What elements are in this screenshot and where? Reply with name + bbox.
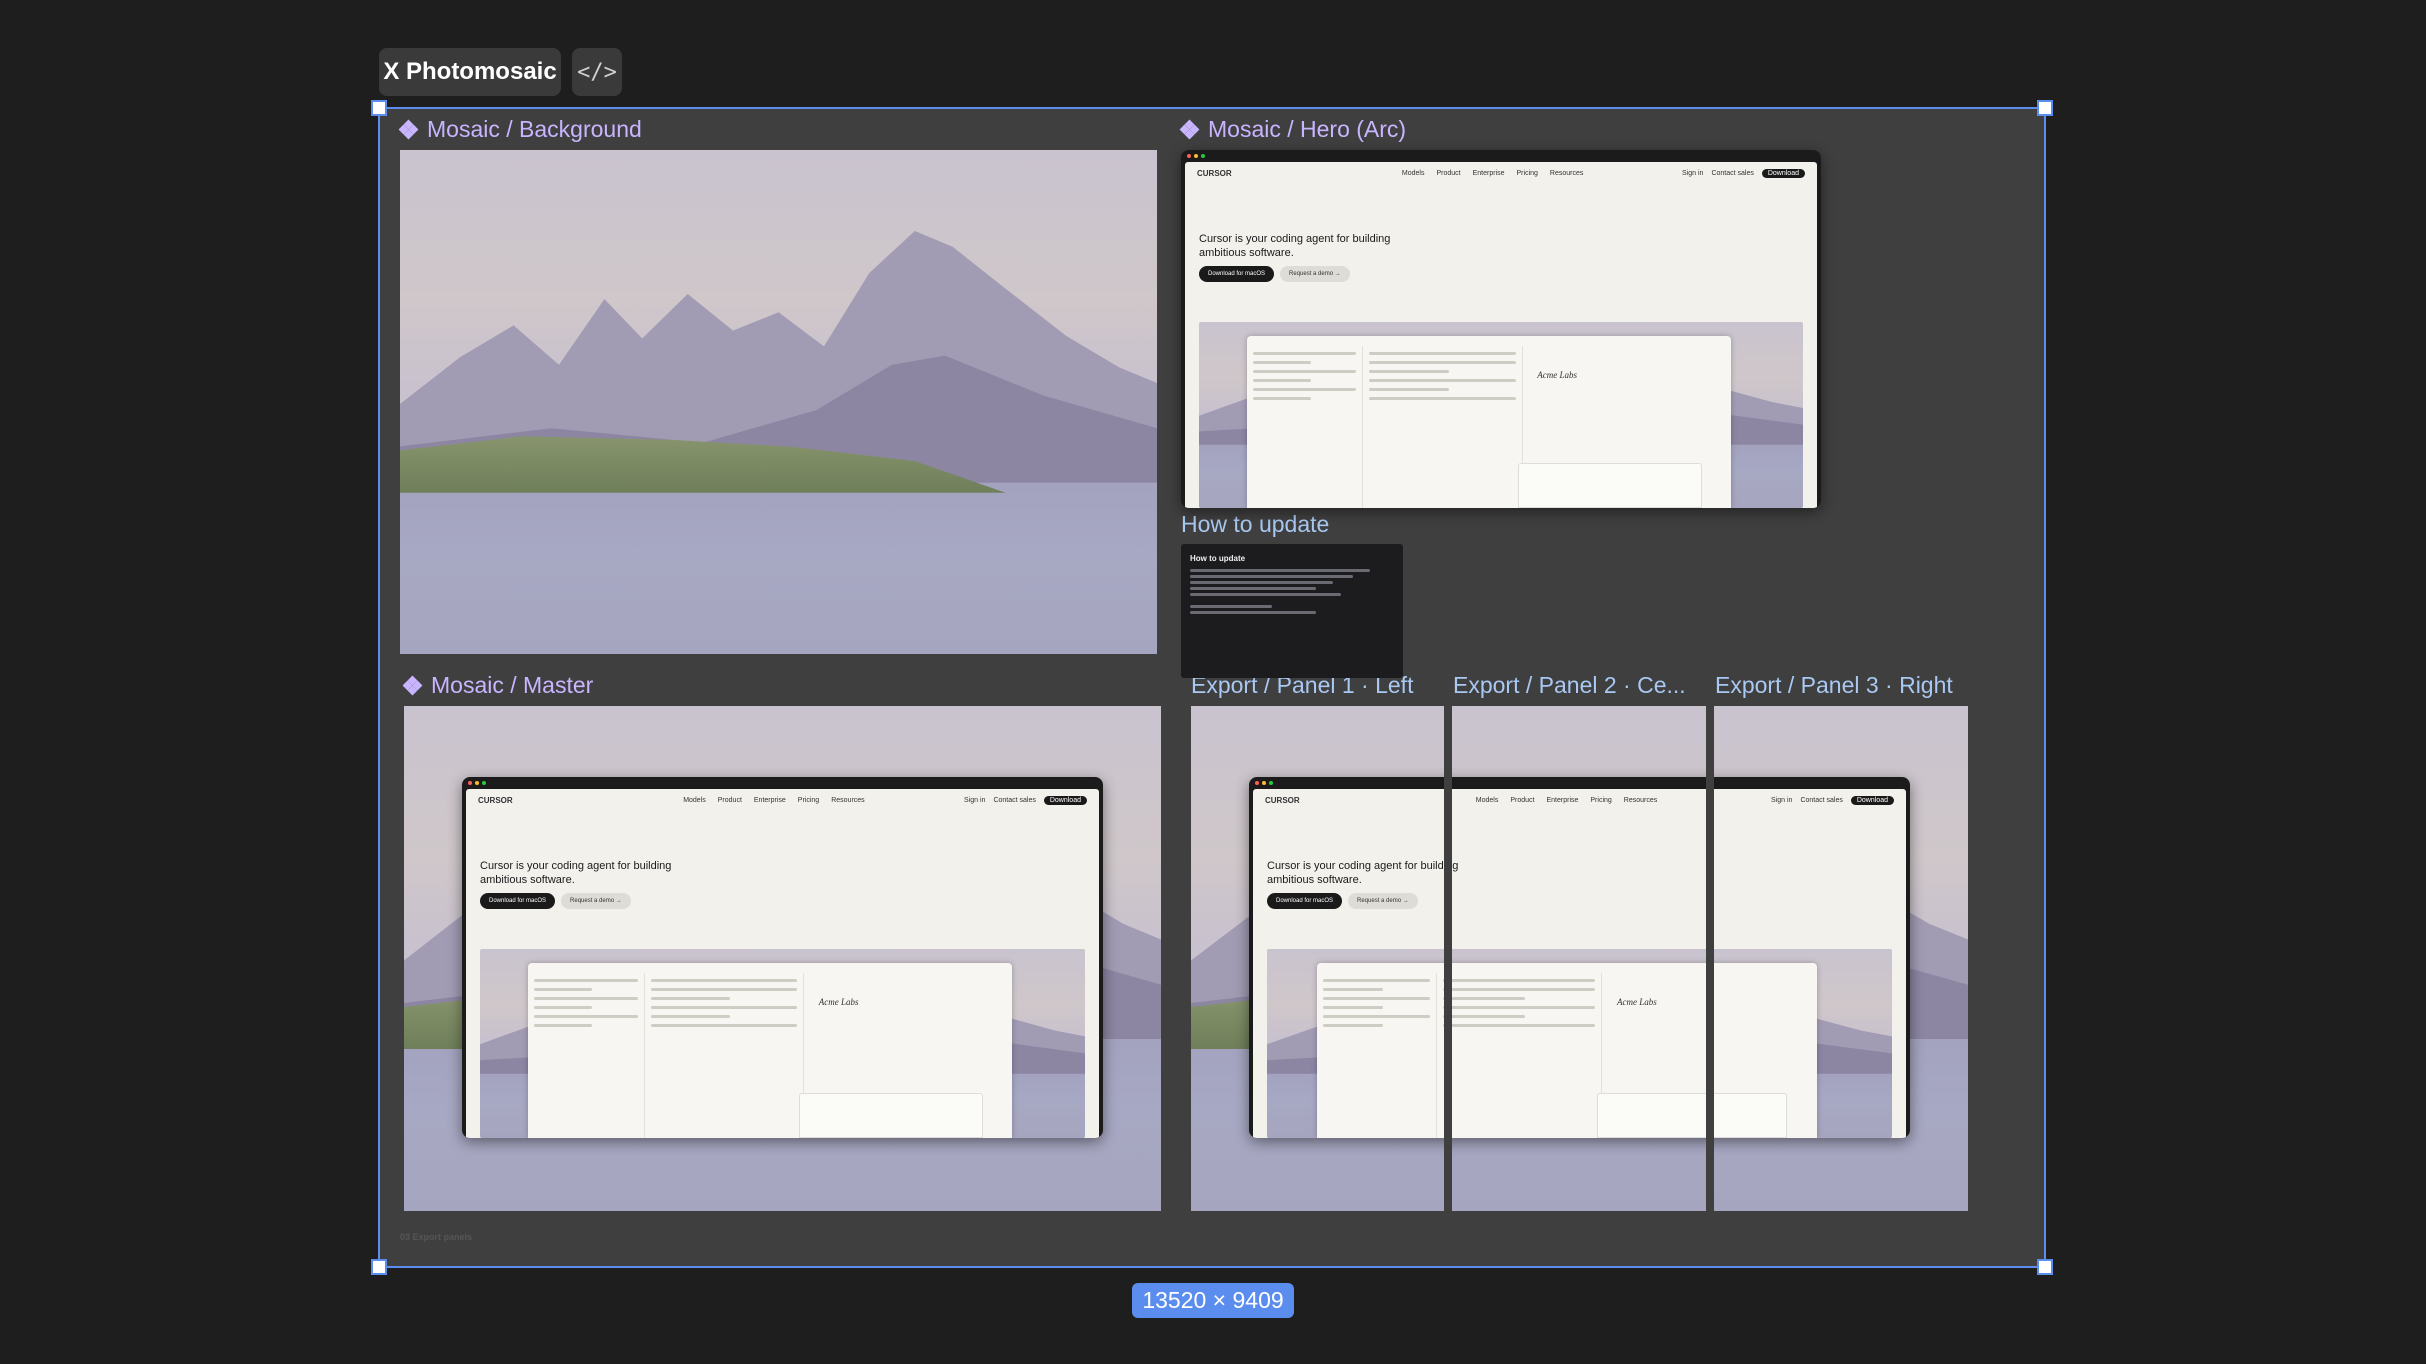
brand-logo: CURSOR xyxy=(1265,795,1300,805)
nav-link: Models xyxy=(1401,169,1425,177)
terminal-panel xyxy=(799,1092,984,1138)
download-link: Download xyxy=(1850,795,1894,805)
component-icon xyxy=(402,675,423,696)
hero-screenshot: Acme Labs xyxy=(1199,322,1803,508)
download-link: Download xyxy=(1043,795,1087,805)
brand-logo: CURSOR xyxy=(478,795,513,805)
frame-label-hero[interactable]: Mosaic / Hero (Arc) xyxy=(1179,116,1406,143)
resize-handle-bottom-right[interactable] xyxy=(2037,1259,2053,1275)
nav-link: Models xyxy=(1475,796,1499,804)
sign-in-link: Sign in xyxy=(964,796,986,804)
nav-link: Pricing xyxy=(1516,169,1538,177)
app-window: Acme Labs xyxy=(1247,336,1731,508)
cta-secondary: Request a demo → xyxy=(1280,266,1350,282)
cta-primary: Download for macOS xyxy=(480,893,556,909)
nav-link: Pricing xyxy=(1590,796,1612,804)
component-icon xyxy=(398,119,419,140)
hero-headline: Cursor is your coding agent for building… xyxy=(480,860,672,886)
frame-label-how-to[interactable]: How to update xyxy=(1181,511,1329,538)
nav-link: Enterprise xyxy=(1472,169,1505,177)
terminal-panel xyxy=(1597,1092,1787,1138)
nav-link: Resources xyxy=(1549,169,1584,177)
nav-link: Models xyxy=(683,796,706,804)
hero-headline: Cursor is your coding agent for building… xyxy=(1199,233,1391,259)
frame-size-label: 13520 × 9409 xyxy=(1142,1287,1284,1313)
nav-link: Product xyxy=(1436,169,1461,177)
resize-handle-top-right[interactable] xyxy=(2037,100,2053,116)
frame-label-panel-3[interactable]: Export / Panel 3 · Right xyxy=(1715,672,1953,699)
panel-divider xyxy=(1444,706,1452,1211)
code-icon: </> xyxy=(577,59,617,85)
contact-link: Contact sales xyxy=(1711,169,1754,177)
frame-size-badge: 13520 × 9409 xyxy=(1132,1283,1294,1318)
frame-label-background[interactable]: Mosaic / Background xyxy=(398,116,642,143)
doc-title: Acme Labs xyxy=(818,997,859,1007)
nav-link: Pricing xyxy=(797,796,820,804)
frame-label-panel-2[interactable]: Export / Panel 2 · Ce... xyxy=(1453,672,1686,699)
how-to-card[interactable]: How to update xyxy=(1181,544,1403,678)
nav-link: Resources xyxy=(1623,796,1658,804)
background-painting[interactable] xyxy=(400,150,1157,654)
resize-handle-top-left[interactable] xyxy=(371,100,387,116)
nav-link: Product xyxy=(717,796,742,804)
hero-website-mock[interactable]: CURSOR Models Product Enterprise Pricing… xyxy=(1181,150,1821,508)
frame-name-label: X Photomosaic xyxy=(383,58,557,85)
component-icon xyxy=(1179,119,1200,140)
app-window: Acme Labs xyxy=(1317,963,1817,1138)
hero-headline: Cursor is your coding agent for building… xyxy=(1267,860,1459,886)
brand-logo: CURSOR xyxy=(1197,168,1232,178)
doc-title: Acme Labs xyxy=(1617,997,1657,1007)
cta-primary: Download for macOS xyxy=(1267,893,1343,909)
contact-link: Contact sales xyxy=(1800,796,1843,804)
panel-divider xyxy=(1706,706,1714,1211)
hero-screenshot: Acme Labs xyxy=(1267,949,1892,1138)
cta-primary: Download for macOS xyxy=(1199,266,1275,282)
frame-name-chip[interactable]: X Photomosaic xyxy=(379,48,561,96)
nav-link: Product xyxy=(1510,796,1535,804)
footnote: 03 Export panels xyxy=(400,1232,473,1242)
code-view-button[interactable]: </> xyxy=(572,48,622,96)
frame-label-master[interactable]: Mosaic / Master xyxy=(402,672,593,699)
hero-screenshot: Acme Labs xyxy=(480,949,1085,1138)
nav-link: Enterprise xyxy=(753,796,786,804)
download-link: Download xyxy=(1761,168,1805,178)
cta-secondary: Request a demo → xyxy=(561,893,631,909)
contact-link: Contact sales xyxy=(993,796,1036,804)
nav-link: Enterprise xyxy=(1546,796,1579,804)
how-to-title: How to update xyxy=(1190,554,1246,563)
export-website-mock: CURSOR Models Product Enterprise Pricing… xyxy=(1249,777,1910,1138)
sign-in-link: Sign in xyxy=(1682,169,1704,177)
master-website-mock: CURSOR Models Product Enterprise Pricing… xyxy=(462,777,1103,1138)
terminal-panel xyxy=(1517,463,1702,508)
resize-handle-bottom-left[interactable] xyxy=(371,1259,387,1275)
nav-link: Resources xyxy=(831,796,865,804)
sign-in-link: Sign in xyxy=(1771,796,1793,804)
app-window: Acme Labs xyxy=(528,963,1013,1138)
cta-secondary: Request a demo → xyxy=(1348,893,1418,909)
doc-title: Acme Labs xyxy=(1537,370,1577,380)
